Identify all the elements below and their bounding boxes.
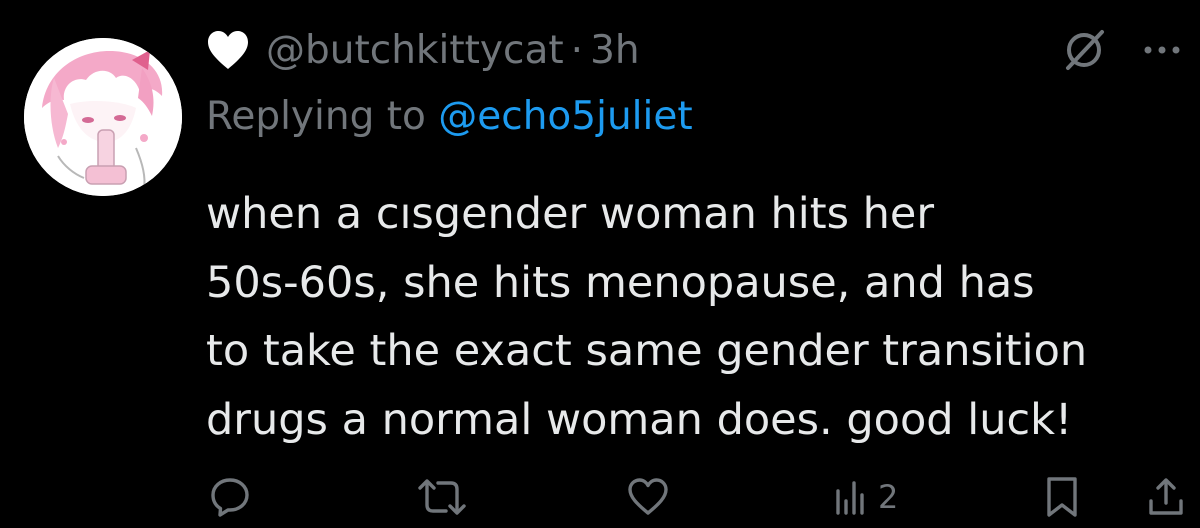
tweet-top-actions [1060,22,1182,78]
avatar[interactable] [24,38,182,196]
share-button[interactable] [1146,470,1186,524]
retweet-button[interactable] [416,470,468,524]
like-button[interactable] [626,470,670,524]
tweet-header: @butchkittycat · 3h [206,22,640,78]
grok-icon[interactable] [1060,26,1108,74]
like-icon [628,478,668,515]
bookmark-icon [1047,477,1077,517]
timestamp[interactable]: 3h [590,28,640,73]
tweet-text: when a cısgender woman hits her 50s-60s,… [206,180,1186,454]
separator-dot: · [570,27,584,73]
more-icon[interactable] [1142,43,1182,57]
reply-button[interactable] [208,470,252,524]
views-count: 2 [878,478,899,516]
replying-to: Replying to @echo5juliet [206,94,693,150]
tweet-text-line: to take the exact same gender transition [206,326,1088,376]
tweet-text-line: 50s-60s, she hits menopause, and has [206,257,1035,308]
author-handle[interactable]: @butchkittycat [266,28,564,73]
avatar-image [24,38,182,196]
reply-mention[interactable]: @echo5juliet [438,94,692,139]
tweet-text-line: when a cısgender woman hits her [206,189,935,239]
reply-icon [211,478,249,517]
retweet-icon [418,479,466,515]
bookmark-button[interactable] [1044,470,1080,524]
views-button[interactable]: 2 [834,470,898,524]
reply-prefix: Replying to [206,94,439,139]
tweet-text-line: drugs a normal woman does. good luck! [206,394,1073,445]
share-icon [1149,478,1183,515]
views-icon [836,481,864,515]
heart-icon [208,31,248,69]
action-bar: 2 [0,470,1200,524]
